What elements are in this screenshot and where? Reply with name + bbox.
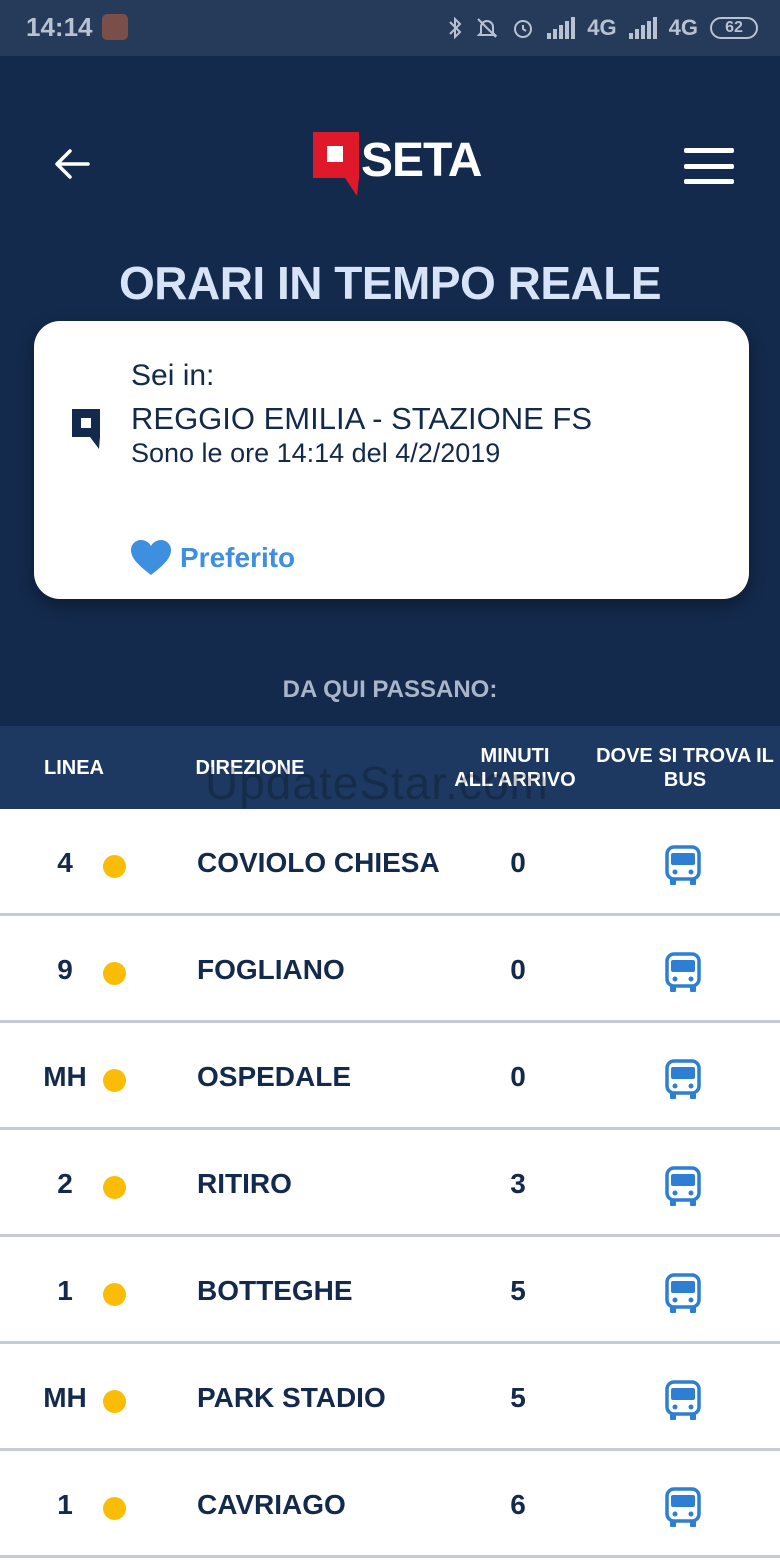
direction: PARK STADIO bbox=[197, 1382, 386, 1413]
battery-indicator: 62 bbox=[710, 17, 758, 39]
stop-pin-icon bbox=[72, 409, 100, 449]
menu-bar bbox=[684, 163, 734, 169]
line-number: 9 bbox=[57, 954, 73, 985]
bus-icon[interactable] bbox=[662, 1059, 704, 1101]
line-number: 1 bbox=[57, 1489, 73, 1520]
direction: OSPEDALE bbox=[197, 1061, 352, 1092]
heart-icon bbox=[131, 540, 171, 575]
direction: FOGLIANO bbox=[197, 954, 345, 985]
bus-icon[interactable] bbox=[662, 845, 704, 887]
bus-icon[interactable] bbox=[662, 1166, 704, 1208]
table-row[interactable]: 9 FOGLIANO 0 bbox=[0, 916, 780, 1023]
menu-bar bbox=[684, 179, 734, 184]
bus-icon[interactable] bbox=[662, 1487, 704, 1529]
seta-logo-icon bbox=[313, 132, 359, 196]
table-row[interactable]: 2 RITIRO 3 bbox=[0, 1130, 780, 1237]
network-label-1: 4G bbox=[587, 15, 617, 40]
menu-bar bbox=[684, 148, 734, 153]
location-label: Sei in: bbox=[131, 359, 215, 392]
bus-icon[interactable] bbox=[662, 952, 704, 994]
direction: RITIRO bbox=[197, 1168, 292, 1199]
network-label-2: 4G bbox=[668, 15, 698, 40]
back-button[interactable] bbox=[44, 136, 100, 192]
minutes-to-arrival: 0 bbox=[510, 847, 526, 878]
current-time-text: Sono le ore 14:14 del 4/2/2019 bbox=[131, 438, 501, 468]
bus-icon[interactable] bbox=[662, 1273, 704, 1315]
minutes-to-arrival: 0 bbox=[510, 1061, 526, 1092]
stop-card: Sei in: REGGIO EMILIA - STAZIONE FS Sono… bbox=[34, 321, 749, 599]
status-dot bbox=[103, 1497, 126, 1520]
status-icons: 4G 4G 62 bbox=[447, 10, 758, 46]
direction: COVIOLO CHIESA bbox=[197, 847, 440, 878]
line-number: MH bbox=[43, 1382, 87, 1413]
line-number: 1 bbox=[57, 1275, 73, 1306]
favorite-button[interactable]: Preferito bbox=[130, 539, 295, 577]
status-bar: 14:14 4G 4G 62 bbox=[0, 0, 780, 56]
menu-button[interactable] bbox=[680, 140, 738, 192]
status-dot bbox=[103, 962, 126, 985]
minutes-to-arrival: 5 bbox=[510, 1275, 526, 1306]
status-dot bbox=[103, 1283, 126, 1306]
minutes-to-arrival: 0 bbox=[510, 954, 526, 985]
minutes-to-arrival: 5 bbox=[510, 1382, 526, 1413]
table-row[interactable]: 1 BOTTEGHE 5 bbox=[0, 1237, 780, 1344]
table-row[interactable]: MH OSPEDALE 0 bbox=[0, 1023, 780, 1130]
direction: CAVRIAGO bbox=[197, 1489, 346, 1520]
line-number: MH bbox=[43, 1061, 87, 1092]
signal-icon-1 bbox=[547, 17, 576, 39]
status-dot bbox=[103, 1176, 126, 1199]
signal-icon-2 bbox=[628, 17, 657, 39]
table-row[interactable]: 1 CAVRIAGO 6 bbox=[0, 1451, 780, 1558]
column-header-linea: LINEA bbox=[44, 757, 104, 779]
watermark: UpdateStar.com bbox=[205, 757, 549, 809]
column-header-dove: DOVE SI TROVA IL BUS bbox=[596, 745, 774, 791]
minutes-to-arrival: 3 bbox=[510, 1168, 526, 1199]
line-number: 2 bbox=[57, 1168, 73, 1199]
notification-app-icon bbox=[102, 14, 128, 40]
logo-text: SETA bbox=[361, 134, 482, 187]
stop-name: REGGIO EMILIA - STAZIONE FS bbox=[131, 401, 593, 436]
line-number: 4 bbox=[57, 847, 73, 878]
arrivals-list: 4 COVIOLO CHIESA 0 9 FOGLIANO 0 MH OSPED… bbox=[0, 809, 780, 1558]
seta-logo: SETA bbox=[313, 132, 482, 202]
bluetooth-icon bbox=[449, 16, 462, 40]
minutes-to-arrival: 6 bbox=[510, 1489, 526, 1520]
status-time: 14:14 bbox=[26, 12, 93, 42]
direction: BOTTEGHE bbox=[197, 1275, 353, 1306]
table-row[interactable]: 4 COVIOLO CHIESA 0 bbox=[0, 809, 780, 916]
section-label: DA QUI PASSANO: bbox=[282, 676, 498, 703]
table-row[interactable]: MH PARK STADIO 5 bbox=[0, 1344, 780, 1451]
status-dot bbox=[103, 1390, 126, 1413]
bus-icon[interactable] bbox=[662, 1380, 704, 1422]
alarm-icon bbox=[514, 20, 533, 38]
muted-bell-icon bbox=[476, 18, 498, 38]
favorite-label: Preferito bbox=[180, 542, 296, 573]
page-title: ORARI IN TEMPO REALE bbox=[118, 257, 662, 309]
arrow-left-icon bbox=[55, 149, 90, 179]
status-dot bbox=[103, 855, 126, 878]
status-dot bbox=[103, 1069, 126, 1092]
